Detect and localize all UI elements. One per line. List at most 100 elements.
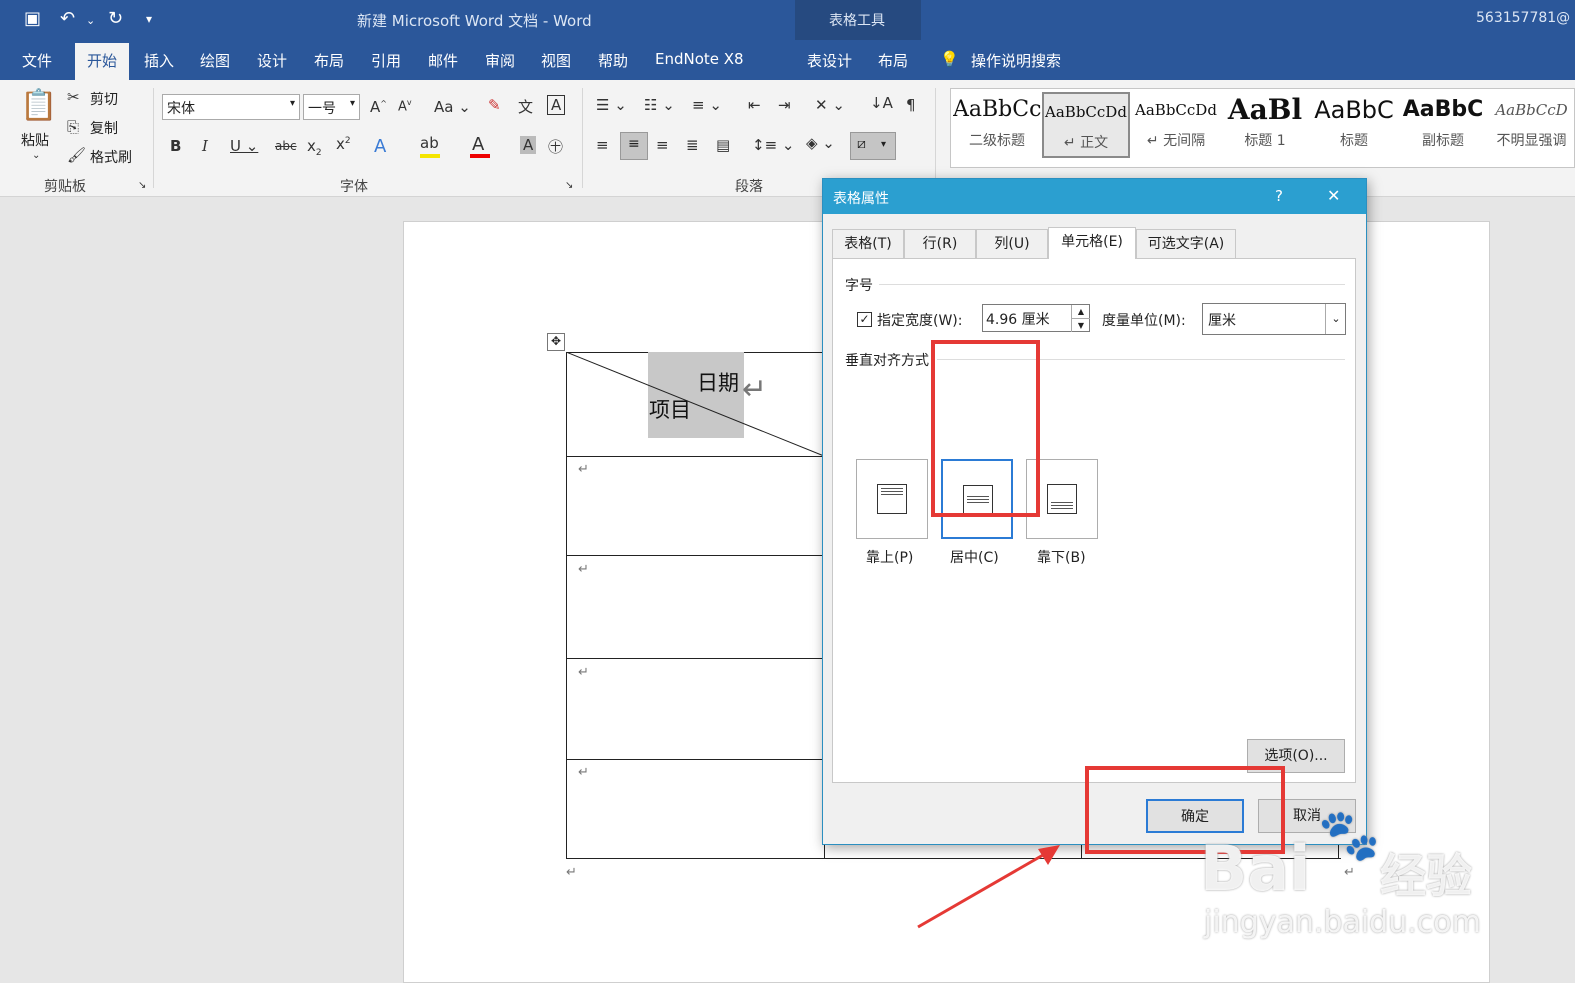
numbering-icon[interactable]: ☷ ⌄ bbox=[644, 96, 675, 114]
line-spacing-icon[interactable]: ↕≡ ⌄ bbox=[752, 136, 794, 154]
align-right-icon[interactable]: ≡ bbox=[656, 136, 669, 154]
paste-button[interactable]: 粘贴 bbox=[21, 130, 49, 150]
style-title[interactable]: AaBbC 标题 bbox=[1310, 92, 1398, 158]
highlight-icon[interactable]: ab bbox=[420, 134, 439, 152]
align-bottom-label[interactable]: 靠下(B) bbox=[1037, 547, 1086, 567]
undo-icon[interactable]: ↶ bbox=[60, 8, 75, 29]
tab-alt-text[interactable]: 可选文字(A) bbox=[1136, 229, 1236, 259]
spin-down-icon[interactable]: ▼ bbox=[1071, 318, 1090, 332]
cell-date-text[interactable]: 日期 bbox=[697, 367, 739, 397]
tab-column[interactable]: 列(U) bbox=[976, 229, 1048, 259]
tab-cell[interactable]: 单元格(E) bbox=[1048, 227, 1136, 259]
subscript-icon[interactable]: x2 bbox=[307, 137, 322, 158]
style-no-spacing[interactable]: AaBbCcDd ↵ 无间隔 bbox=[1132, 92, 1220, 158]
paste-icon[interactable]: 📋 bbox=[20, 88, 57, 123]
format-painter-button[interactable]: 格式刷 bbox=[90, 147, 132, 167]
spin-up-icon[interactable]: ▲ bbox=[1071, 305, 1090, 318]
align-center-button[interactable]: ≡ bbox=[620, 132, 648, 160]
align-center-label[interactable]: 居中(C) bbox=[950, 547, 999, 567]
tab-endnote[interactable]: EndNote X8 bbox=[655, 50, 744, 68]
tab-row[interactable]: 行(R) bbox=[904, 229, 976, 259]
style-heading1[interactable]: AaBl 标题 1 bbox=[1221, 92, 1309, 158]
style-normal[interactable]: AaBbCcDd ↵ 正文 bbox=[1042, 92, 1130, 158]
italic-icon[interactable]: I bbox=[202, 137, 208, 155]
bullets-icon[interactable]: ☰ ⌄ bbox=[596, 96, 627, 114]
close-icon[interactable]: ✕ bbox=[1327, 186, 1340, 205]
user-account[interactable]: 563157781@ bbox=[1476, 10, 1570, 26]
justify-icon[interactable]: ≣ bbox=[686, 136, 699, 154]
tab-layout[interactable]: 布局 bbox=[314, 50, 344, 71]
enclose-characters-icon[interactable]: ㊉ bbox=[548, 136, 563, 157]
save-icon[interactable]: ▣ bbox=[24, 8, 41, 29]
tab-table-layout[interactable]: 布局 bbox=[878, 50, 908, 71]
chinese-layout-icon[interactable]: ✕ ⌄ bbox=[815, 96, 845, 114]
style-subtle-emphasis[interactable]: AaBbCcD 不明显强调 bbox=[1488, 92, 1575, 158]
width-checkbox[interactable]: ✓ bbox=[857, 312, 872, 327]
bold-icon[interactable]: B bbox=[170, 137, 181, 155]
borders-button[interactable]: ⧄ ▾ bbox=[850, 132, 896, 160]
tell-me-search[interactable]: 操作说明搜索 bbox=[971, 50, 1061, 71]
tab-help[interactable]: 帮助 bbox=[598, 50, 628, 71]
strikethrough-icon[interactable]: abc bbox=[275, 139, 297, 153]
tab-table[interactable]: 表格(T) bbox=[832, 229, 904, 259]
grow-font-icon[interactable]: A^ bbox=[370, 98, 387, 116]
show-marks-icon[interactable]: ¶ bbox=[906, 96, 916, 114]
distributed-icon[interactable]: ▤ bbox=[716, 136, 730, 154]
change-case-icon[interactable]: Aa ⌄ bbox=[434, 98, 471, 116]
width-checkbox-label[interactable]: 指定宽度(W): bbox=[877, 310, 962, 330]
tab-references[interactable]: 引用 bbox=[371, 50, 401, 71]
table-border bbox=[566, 759, 826, 760]
chevron-down-icon: ▾ bbox=[349, 98, 355, 109]
copy-button[interactable]: 复制 bbox=[90, 118, 118, 138]
tab-mailings[interactable]: 邮件 bbox=[428, 50, 458, 71]
superscript-icon[interactable]: x2 bbox=[336, 135, 351, 153]
cell-tab-panel: 字号 ✓ 指定宽度(W): 4.96 厘米 ▲ ▼ 度量单位(M): 厘米 ⌄ … bbox=[832, 258, 1356, 783]
style-name: 标题 1 bbox=[1244, 133, 1286, 149]
tab-table-design[interactable]: 表设计 bbox=[807, 50, 852, 71]
character-border-icon[interactable]: A bbox=[547, 95, 566, 115]
tab-file[interactable]: 文件 bbox=[22, 50, 52, 71]
tab-review[interactable]: 审阅 bbox=[485, 50, 515, 71]
text-effects-icon[interactable]: A bbox=[374, 136, 386, 157]
customize-qat-icon[interactable]: ▾ bbox=[146, 12, 152, 26]
section-size-label: 字号 bbox=[845, 278, 873, 294]
width-spinner[interactable]: 4.96 厘米 ▲ ▼ bbox=[982, 304, 1090, 332]
tab-draw[interactable]: 绘图 bbox=[200, 50, 230, 71]
cell-item-text[interactable]: 项目 bbox=[649, 394, 691, 424]
tab-home[interactable]: 开始 bbox=[75, 43, 130, 80]
font-size-combo[interactable]: 一号 ▾ bbox=[303, 94, 360, 120]
dialog-launcher-icon[interactable]: ↘ bbox=[138, 180, 146, 191]
undo-dropdown-icon[interactable]: ⌄ bbox=[86, 14, 95, 27]
table-move-handle-icon[interactable]: ✥ bbox=[547, 333, 565, 351]
font-name-combo[interactable]: 宋体 ▾ bbox=[162, 94, 300, 120]
decrease-indent-icon[interactable]: ⇤ bbox=[748, 96, 761, 114]
style-subtitle[interactable]: AaBbC 副标题 bbox=[1399, 92, 1487, 158]
sort-icon[interactable]: ↓A bbox=[870, 94, 893, 112]
redo-icon[interactable]: ↻ bbox=[108, 8, 123, 29]
tab-insert[interactable]: 插入 bbox=[144, 50, 174, 71]
increase-indent-icon[interactable]: ⇥ bbox=[778, 96, 791, 114]
cut-button[interactable]: 剪切 bbox=[90, 89, 118, 109]
unit-select[interactable]: 厘米 ⌄ bbox=[1202, 303, 1346, 335]
style-name: 副标题 bbox=[1422, 133, 1464, 149]
phonetic-guide-icon[interactable]: 文 bbox=[518, 96, 533, 117]
character-shading-icon[interactable]: A bbox=[520, 136, 537, 154]
shrink-font-icon[interactable]: Av bbox=[398, 98, 412, 114]
paste-dropdown-icon[interactable]: ⌄ bbox=[32, 150, 40, 161]
unit-value: 厘米 bbox=[1208, 313, 1236, 329]
multilevel-list-icon[interactable]: ≡ ⌄ bbox=[692, 96, 722, 114]
align-top-label[interactable]: 靠上(P) bbox=[866, 547, 913, 567]
clear-formatting-icon[interactable]: ✎ bbox=[488, 96, 501, 114]
section-valign-label: 垂直对齐方式 bbox=[845, 353, 929, 369]
underline-icon[interactable]: U ⌄ bbox=[230, 137, 258, 155]
dialog-launcher-icon[interactable]: ↘ bbox=[565, 180, 573, 191]
style-heading2[interactable]: AaBbCc 二级标题 bbox=[953, 92, 1041, 158]
align-top-button[interactable] bbox=[856, 459, 928, 539]
tab-design[interactable]: 设计 bbox=[257, 50, 287, 71]
tab-view[interactable]: 视图 bbox=[541, 50, 571, 71]
align-center-icon: ≡ bbox=[628, 136, 640, 152]
font-color-icon[interactable]: A bbox=[472, 134, 484, 155]
help-button[interactable]: ? bbox=[1275, 187, 1283, 205]
align-left-icon[interactable]: ≡ bbox=[596, 136, 609, 154]
shading-icon[interactable]: ◈ ⌄ bbox=[806, 134, 835, 152]
